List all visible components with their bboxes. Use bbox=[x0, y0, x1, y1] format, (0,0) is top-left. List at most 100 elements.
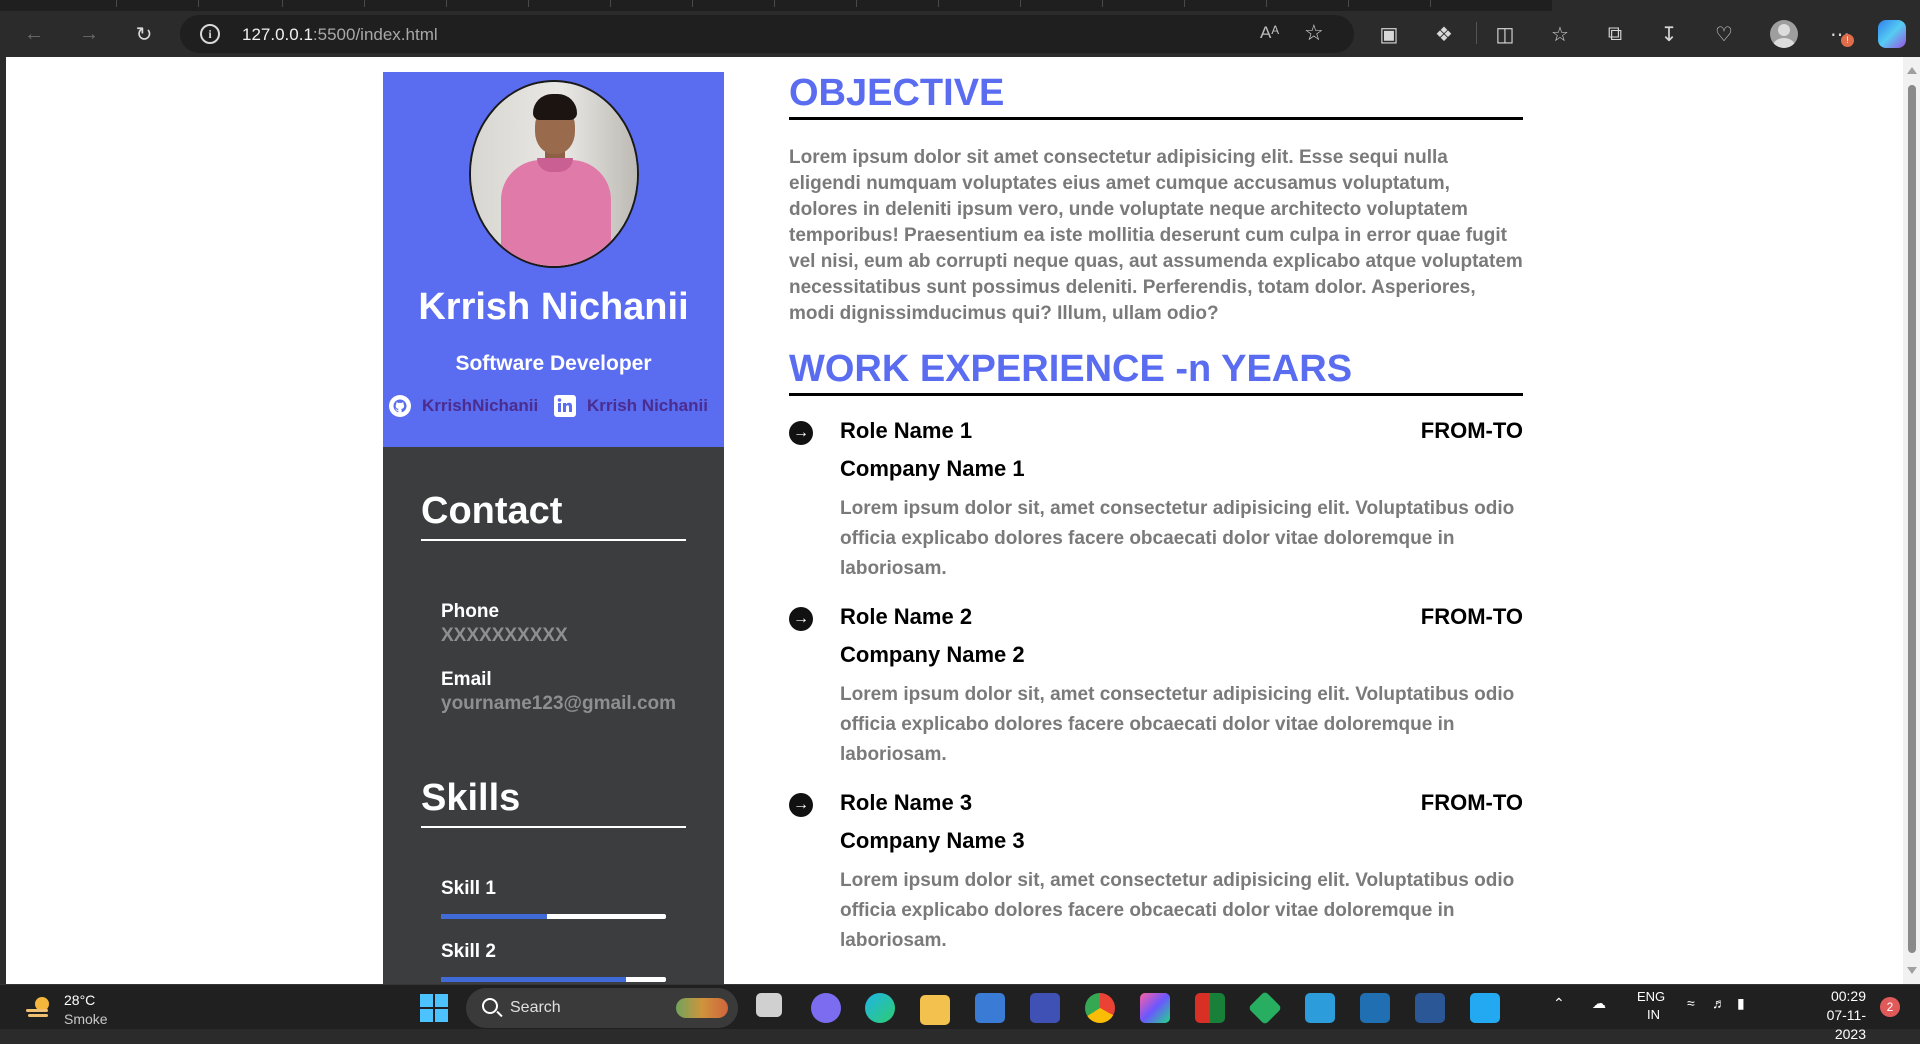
battery-icon[interactable]: ▮ bbox=[1737, 995, 1745, 1012]
url-text[interactable]: 127.0.0.1:5500/index.html bbox=[242, 25, 438, 45]
screen-cast-icon[interactable]: ▣ bbox=[1377, 22, 1401, 46]
chrome-icon[interactable] bbox=[1085, 993, 1115, 1023]
weather-description[interactable]: Smoke bbox=[64, 1011, 108, 1027]
toolbar-divider bbox=[1476, 22, 1477, 44]
autodesk-icon[interactable] bbox=[1030, 993, 1060, 1023]
collections-icon[interactable]: ⧉ bbox=[1603, 22, 1627, 46]
back-icon[interactable]: ← bbox=[22, 22, 46, 46]
refresh-icon[interactable]: ↻ bbox=[132, 22, 156, 46]
job-company: Company Name 3 bbox=[840, 828, 1025, 853]
intellij-icon[interactable] bbox=[1140, 993, 1170, 1023]
experience-heading: WORK EXPERIENCE -n YEARS bbox=[789, 348, 1523, 396]
scroll-down-icon[interactable] bbox=[1907, 967, 1917, 974]
weather-temperature[interactable]: 28°C bbox=[64, 992, 95, 1008]
contact-heading: Contact bbox=[421, 490, 686, 541]
job-role: Role Name 3 bbox=[840, 790, 973, 815]
job-description: Lorem ipsum dolor sit, amet consectetur … bbox=[840, 498, 1515, 579]
onedrive-icon[interactable]: ☁ bbox=[1592, 995, 1606, 1012]
search-placeholder: Search bbox=[510, 999, 561, 1016]
read-aloud-icon[interactable]: Aᴬ bbox=[1260, 23, 1279, 43]
job-entry: → Role Name 2 FROM-TO Company Name 2 Lor… bbox=[789, 604, 1523, 784]
job-dates: FROM-TO bbox=[1420, 418, 1523, 443]
colorful-app-icon[interactable] bbox=[1195, 993, 1225, 1023]
edge-icon[interactable] bbox=[865, 993, 895, 1023]
skill-bar bbox=[441, 914, 666, 919]
split-screen-icon[interactable]: ◫ bbox=[1493, 22, 1517, 46]
arrow-right-icon: → bbox=[789, 607, 813, 631]
taskbar-search[interactable]: Search bbox=[466, 988, 738, 1028]
profile-avatar-icon[interactable] bbox=[1770, 20, 1798, 48]
language-sub[interactable]: IN bbox=[1647, 1007, 1660, 1022]
skill-bar bbox=[441, 977, 666, 982]
resume: Krrish Nichanii Software Developer Krris… bbox=[383, 72, 1523, 984]
skill-label: Skill 2 bbox=[441, 941, 496, 962]
tab-strip bbox=[0, 0, 1920, 11]
linkedin-icon bbox=[554, 395, 576, 417]
language-indicator[interactable]: ENG bbox=[1637, 989, 1665, 1004]
job-role: Role Name 1 bbox=[840, 418, 973, 443]
linkedin-label: Krrish Nichanii bbox=[587, 396, 708, 415]
extensions-icon[interactable]: ❖ bbox=[1432, 22, 1456, 46]
profile-title: Software Developer bbox=[455, 352, 652, 375]
job-description: Lorem ipsum dolor sit, amet consectetur … bbox=[840, 684, 1515, 765]
git-tool-icon[interactable] bbox=[1248, 991, 1282, 1025]
job-description: Lorem ipsum dolor sit, amet consectetur … bbox=[840, 870, 1515, 951]
wifi-icon[interactable]: ≈ bbox=[1687, 995, 1695, 1011]
downloads-icon[interactable]: ↧ bbox=[1657, 22, 1681, 46]
mysql-workbench-icon[interactable] bbox=[1360, 993, 1390, 1023]
objective-heading: OBJECTIVE bbox=[789, 72, 1523, 120]
profile-photo bbox=[469, 80, 639, 268]
github-icon bbox=[389, 395, 411, 417]
linkedin-link[interactable]: Krrish Nichanii bbox=[553, 394, 708, 418]
github-link[interactable]: KrrishNichanii bbox=[388, 394, 538, 418]
weather-haze-icon[interactable] bbox=[24, 995, 54, 1021]
clock-time: 00:29 bbox=[1830, 988, 1866, 1004]
arrow-right-icon: → bbox=[789, 421, 813, 445]
job-entry: → Role Name 3 FROM-TO Company Name 3 Lor… bbox=[789, 790, 1523, 970]
profile-name: Krrish Nichanii bbox=[418, 286, 689, 328]
search-icon bbox=[482, 998, 498, 1014]
notification-count[interactable]: 2 bbox=[1880, 997, 1900, 1017]
file-explorer-icon[interactable] bbox=[920, 995, 950, 1025]
taskbar: 28°C Smoke Search ⌃ ☁ ENG IN ≈ ♬ ▮ 00:29… bbox=[0, 984, 1920, 1042]
email-value[interactable]: yourname123@gmail.com bbox=[441, 693, 676, 715]
job-company: Company Name 2 bbox=[840, 642, 1025, 667]
scroll-thumb[interactable] bbox=[1908, 85, 1916, 953]
taskbar-clock[interactable]: 00:29 07-11-2023 bbox=[1796, 987, 1866, 1044]
phone-value: XXXXXXXXXX bbox=[441, 625, 568, 646]
arrow-right-icon: → bbox=[789, 793, 813, 817]
job-dates: FROM-TO bbox=[1420, 790, 1523, 815]
windows-start-icon[interactable] bbox=[420, 994, 448, 1022]
page-scrollbar[interactable] bbox=[1903, 57, 1920, 984]
active-tab[interactable] bbox=[1552, 0, 1920, 11]
clock-date: 07-11-2023 bbox=[1826, 1007, 1866, 1042]
word-icon[interactable] bbox=[1415, 993, 1445, 1023]
sidebar: Krrish Nichanii Software Developer Krris… bbox=[383, 72, 724, 984]
browser-essentials-icon[interactable]: ♡ bbox=[1712, 22, 1736, 46]
page-viewport: Krrish Nichanii Software Developer Krris… bbox=[6, 57, 1903, 984]
job-dates: FROM-TO bbox=[1420, 604, 1523, 629]
volume-icon[interactable]: ♬ bbox=[1712, 995, 1726, 1011]
address-bar[interactable]: i 127.0.0.1:5500/index.html Aᴬ ☆ bbox=[180, 15, 1354, 53]
notepad-icon[interactable] bbox=[1305, 993, 1335, 1023]
profile-card: Krrish Nichanii Software Developer Krris… bbox=[383, 72, 724, 447]
copilot-icon[interactable] bbox=[1878, 20, 1906, 48]
task-view-icon[interactable] bbox=[756, 993, 782, 1017]
browser-toolbar: ← → ↻ i 127.0.0.1:5500/index.html Aᴬ ☆ ▣… bbox=[0, 11, 1920, 57]
teams-chat-icon[interactable] bbox=[811, 993, 841, 1023]
forward-icon[interactable]: → bbox=[77, 22, 101, 46]
site-info-icon[interactable]: i bbox=[200, 24, 220, 44]
vscode-icon[interactable] bbox=[1470, 993, 1500, 1023]
scroll-up-icon[interactable] bbox=[1907, 67, 1917, 74]
main-content: OBJECTIVE Lorem ipsum dolor sit amet con… bbox=[789, 72, 1523, 984]
tray-overflow-icon[interactable]: ⌃ bbox=[1553, 995, 1565, 1012]
microsoft-store-icon[interactable] bbox=[975, 993, 1005, 1023]
skills-heading: Skills bbox=[421, 777, 686, 828]
favorites-icon[interactable]: ☆ bbox=[1548, 22, 1572, 46]
job-entry: → Role Name 1 FROM-TO Company Name 1 Lor… bbox=[789, 418, 1523, 598]
notification-badge-icon: ! bbox=[1841, 34, 1854, 47]
job-role: Role Name 2 bbox=[840, 604, 973, 629]
favorite-star-icon[interactable]: ☆ bbox=[1304, 20, 1324, 46]
github-label: KrrishNichanii bbox=[422, 396, 539, 415]
email-label: Email bbox=[441, 669, 492, 690]
